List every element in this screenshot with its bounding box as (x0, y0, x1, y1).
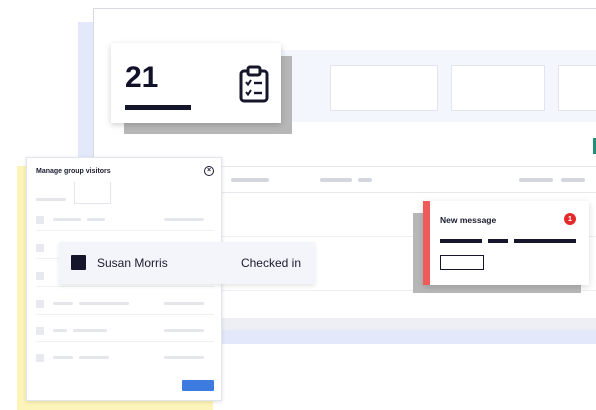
row-text-placeholder (79, 302, 129, 305)
row-divider (36, 314, 214, 315)
row-checkbox[interactable] (36, 244, 44, 252)
dialog-title: Manage group visitors (36, 168, 111, 175)
row-divider (36, 341, 214, 342)
row-text-placeholder (53, 329, 67, 332)
row-text-placeholder (164, 356, 204, 359)
row-text-placeholder (53, 302, 73, 305)
row-checkbox[interactable] (36, 216, 44, 224)
close-icon[interactable]: × (204, 166, 214, 176)
row-text-placeholder (53, 218, 81, 221)
visitor-name: Susan Morris (97, 256, 168, 270)
stat-card-placeholder (451, 65, 545, 111)
stat-underline (125, 105, 191, 110)
clipboard-checklist-icon (239, 65, 269, 103)
row-checkbox[interactable] (36, 272, 44, 280)
notification-text-placeholder (514, 239, 576, 243)
visitor-row[interactable]: Susan Morris Checked in (59, 242, 315, 284)
row-text-placeholder (164, 329, 204, 332)
stat-value: 21 (125, 61, 159, 94)
table-header-placeholder (561, 178, 585, 182)
notification-badge: 1 (564, 213, 576, 225)
row-checkbox[interactable] (36, 354, 44, 362)
stat-card: 21 (111, 43, 281, 123)
table-header-placeholder (231, 178, 269, 182)
new-message-notification[interactable]: New message 1 (423, 201, 589, 285)
row-checkbox[interactable] (36, 327, 44, 335)
visitor-status: Checked in (240, 256, 301, 270)
row-text-placeholder (164, 302, 204, 305)
row-checkbox[interactable] (36, 300, 44, 308)
stat-card-placeholder (558, 65, 596, 111)
notification-title: New message (440, 215, 497, 225)
dialog-header-placeholder (36, 198, 66, 201)
row-text-placeholder (79, 356, 109, 359)
row-text-placeholder (53, 356, 73, 359)
table-header-divider (200, 192, 596, 193)
row-text-placeholder (73, 329, 107, 332)
row-text-placeholder (87, 218, 105, 221)
table-header-placeholder (358, 178, 372, 182)
table-header-placeholder (320, 178, 352, 182)
row-divider (36, 230, 214, 231)
visitor-checkbox[interactable] (71, 255, 86, 270)
notification-text-placeholder (440, 239, 482, 243)
row-divider (36, 286, 214, 287)
confirm-button[interactable] (182, 380, 214, 391)
notification-action-button[interactable] (440, 255, 484, 270)
table-header-placeholder (519, 178, 553, 182)
dialog-tab[interactable] (74, 182, 111, 204)
stat-card-placeholder (330, 65, 438, 111)
row-text-placeholder (164, 218, 204, 221)
notification-text-placeholder (488, 239, 508, 243)
